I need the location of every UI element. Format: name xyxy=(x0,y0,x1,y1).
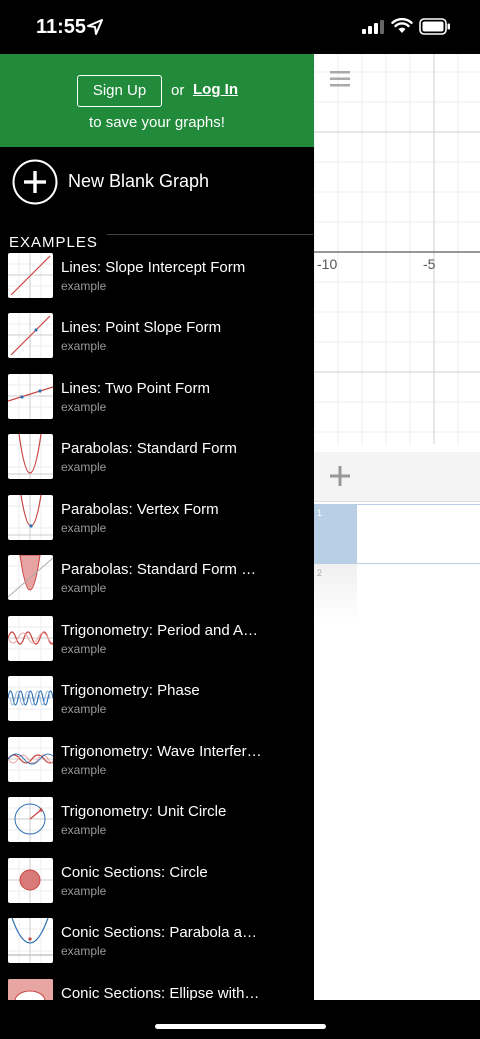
example-subtitle: example xyxy=(61,581,107,595)
example-item[interactable]: Parabolas: Vertex Form example xyxy=(0,491,314,551)
example-item[interactable]: Trigonometry: Wave Interfer… example xyxy=(0,733,314,793)
graph-thumbnail-icon xyxy=(8,918,53,963)
graph-thumbnail-icon xyxy=(8,495,53,540)
example-item[interactable]: Trigonometry: Phase example xyxy=(0,672,314,732)
example-title: Conic Sections: Parabola a… xyxy=(61,924,257,941)
graph-thumbnail-icon xyxy=(8,616,53,661)
plus-circle-icon xyxy=(12,159,58,205)
example-title: Trigonometry: Unit Circle xyxy=(61,803,227,820)
example-item[interactable]: Parabolas: Standard Form example xyxy=(0,430,314,490)
status-time: 11:55 xyxy=(36,16,87,38)
graph-thumbnail-icon xyxy=(8,858,53,903)
example-title: Conic Sections: Ellipse with… xyxy=(61,985,260,1000)
graph-thumbnail-icon xyxy=(8,253,53,298)
new-blank-graph-label: New Blank Graph xyxy=(68,171,210,191)
x-tick-label: -10 xyxy=(317,256,338,272)
example-subtitle: example xyxy=(61,944,107,958)
signup-button[interactable]: Sign Up xyxy=(77,75,162,107)
wifi-icon xyxy=(391,18,413,33)
home-indicator[interactable] xyxy=(155,1024,326,1029)
graph-thumbnail-icon xyxy=(8,676,53,721)
example-title: Parabolas: Standard Form … xyxy=(61,561,257,578)
graph-thumbnail-icon xyxy=(8,313,53,358)
example-item[interactable]: Trigonometry: Period and A… example xyxy=(0,612,314,672)
graph-drawer: Sign Up or Log In to save your graphs! N… xyxy=(0,54,314,1000)
hamburger-menu-icon[interactable] xyxy=(330,70,350,88)
example-subtitle: example xyxy=(61,521,107,535)
cellular-signal-icon xyxy=(362,20,384,34)
graph-thumbnail-icon xyxy=(8,797,53,842)
expression-number: 2 xyxy=(317,568,323,578)
expression-row[interactable]: 1 xyxy=(314,504,480,564)
add-expression-icon[interactable] xyxy=(328,464,352,488)
status-bar: 11:55 xyxy=(0,0,480,54)
expression-tab[interactable]: 1 xyxy=(314,505,357,563)
example-item[interactable]: Conic Sections: Circle example xyxy=(0,854,314,914)
example-item[interactable]: Lines: Two Point Form example xyxy=(0,370,314,430)
example-subtitle: example xyxy=(61,763,107,777)
graph-thumbnail-icon xyxy=(8,434,53,479)
login-link[interactable]: Log In xyxy=(193,81,238,98)
expression-tab[interactable]: 2 xyxy=(314,564,357,624)
example-title: Trigonometry: Phase xyxy=(61,682,200,699)
example-title: Conic Sections: Circle xyxy=(61,864,208,881)
home-indicator-bar xyxy=(0,1000,480,1039)
example-title: Lines: Point Slope Form xyxy=(61,319,222,336)
new-blank-graph-button[interactable]: New Blank Graph xyxy=(0,147,314,217)
example-item[interactable]: Conic Sections: Parabola a… example xyxy=(0,914,314,974)
expression-number: 1 xyxy=(317,508,323,518)
example-subtitle: example xyxy=(61,642,107,656)
example-subtitle: example xyxy=(61,279,107,293)
example-title: Trigonometry: Period and A… xyxy=(61,622,259,639)
example-title: Lines: Slope Intercept Form xyxy=(61,259,246,276)
save-graphs-text: to save your graphs! xyxy=(89,114,225,131)
example-title: Lines: Two Point Form xyxy=(61,380,210,397)
example-subtitle: example xyxy=(61,339,107,353)
battery-icon xyxy=(419,18,450,35)
example-item[interactable]: Lines: Slope Intercept Form example xyxy=(0,249,314,309)
example-item[interactable]: Lines: Point Slope Form example xyxy=(0,309,314,369)
or-text: or xyxy=(171,82,185,99)
graph-thumbnail-icon xyxy=(8,555,53,600)
example-title: Trigonometry: Wave Interfer… xyxy=(61,743,262,760)
graph-canvas[interactable] xyxy=(314,54,480,444)
example-item[interactable]: Parabolas: Standard Form … example xyxy=(0,551,314,611)
auth-banner: Sign Up or Log In to save your graphs! xyxy=(0,54,314,147)
location-arrow-icon xyxy=(87,19,103,35)
graph-thumbnail-icon xyxy=(8,374,53,419)
example-subtitle: example xyxy=(61,702,107,716)
example-item[interactable]: Trigonometry: Unit Circle example xyxy=(0,793,314,853)
example-item[interactable]: Conic Sections: Ellipse with… example xyxy=(0,975,314,1000)
example-subtitle: example xyxy=(61,460,107,474)
graph-thumbnail-icon xyxy=(8,737,53,782)
example-subtitle: example xyxy=(61,400,107,414)
x-tick-label: -5 xyxy=(423,256,436,272)
graph-area[interactable]: -10 -5 1 2 xyxy=(314,54,480,1000)
examples-divider xyxy=(107,234,313,235)
expression-row[interactable]: 2 xyxy=(314,564,480,624)
example-title: Parabolas: Standard Form xyxy=(61,440,237,457)
expression-toolbar xyxy=(314,452,480,502)
example-subtitle: example xyxy=(61,884,107,898)
example-subtitle: example xyxy=(61,823,107,837)
example-title: Parabolas: Vertex Form xyxy=(61,501,219,518)
graph-thumbnail-icon xyxy=(8,979,53,1000)
